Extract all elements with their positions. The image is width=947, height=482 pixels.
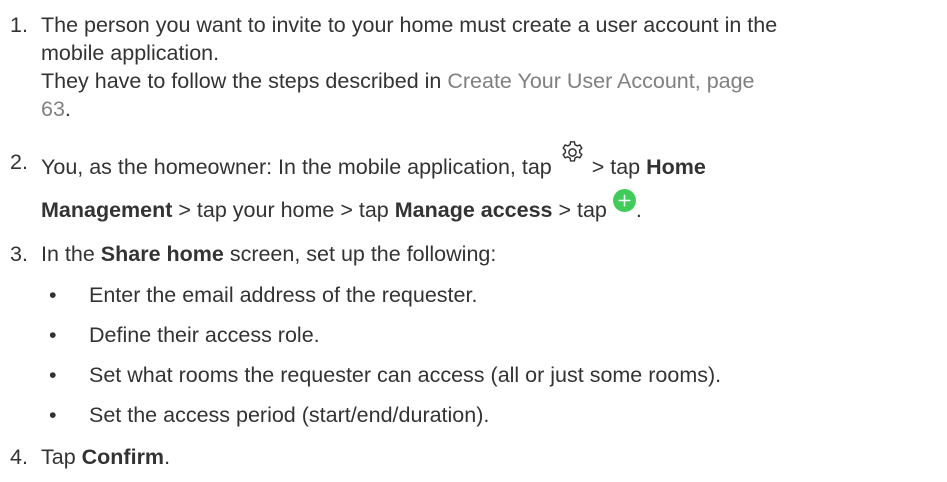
ui-label-management: Management (41, 197, 173, 222)
step-text: In the (41, 242, 101, 266)
ui-label-share-home: Share home (100, 242, 224, 266)
step-number: 3. (10, 242, 28, 266)
step-text-line: They have to follow the steps described … (41, 68, 943, 96)
step-text: > tap (585, 155, 647, 179)
step-text: . (164, 445, 171, 469)
add-plus-circle-icon (612, 188, 636, 212)
step-text: > tap (552, 197, 613, 222)
cross-reference-link-page[interactable]: 63 (41, 97, 65, 121)
step-body: Tap Confirm. (41, 444, 943, 472)
step-text: > tap your home > tap (172, 197, 395, 222)
bullet-text: Set what rooms the requester can access … (89, 363, 722, 387)
step-text: The person you want to invite to your ho… (41, 13, 778, 37)
bullet-marker: • (49, 403, 57, 427)
step-number: 2. (10, 150, 28, 174)
step-body: In the Share home screen, set up the fol… (41, 241, 943, 269)
step-text-line: You, as the homeowner: In the mobile app… (41, 141, 943, 182)
bullet-text: Enter the email address of the requester… (89, 283, 478, 307)
ui-label-manage-access: Manage access (394, 197, 553, 222)
step-text: Tap (41, 445, 82, 469)
step-text: They have to follow the steps described … (41, 68, 448, 93)
step-text: . (64, 96, 71, 121)
step-text-line: In the Share home screen, set up the fol… (41, 241, 943, 269)
step-text: . (635, 197, 642, 222)
bullet-marker: • (49, 283, 57, 307)
cross-reference-link[interactable]: Create Your User Account, page (447, 69, 754, 93)
step-text-line: Management > tap your home > tap Manage … (41, 188, 943, 225)
bullet-marker: • (49, 323, 57, 347)
step-body: You, as the homeowner: In the mobile app… (41, 141, 943, 225)
step-number: 4. (10, 445, 28, 469)
step-text-line: 63. (41, 96, 943, 124)
step-text: mobile application. (41, 40, 220, 65)
bullet-marker: • (49, 363, 57, 387)
step-text: screen, set up the following: (223, 242, 497, 266)
step-text-line: Tap Confirm. (41, 444, 943, 472)
bullet-text: Set the access period (start/end/duratio… (89, 403, 490, 427)
ui-label-home: Home (646, 155, 706, 179)
step-number: 1. (10, 13, 28, 37)
settings-gear-icon (559, 139, 586, 166)
ui-label-confirm: Confirm (81, 445, 165, 469)
bullet-text: Define their access role. (89, 323, 320, 347)
step-body: The person you want to invite to your ho… (41, 12, 943, 124)
step-text: You, as the homeowner: In the mobile app… (41, 155, 558, 179)
